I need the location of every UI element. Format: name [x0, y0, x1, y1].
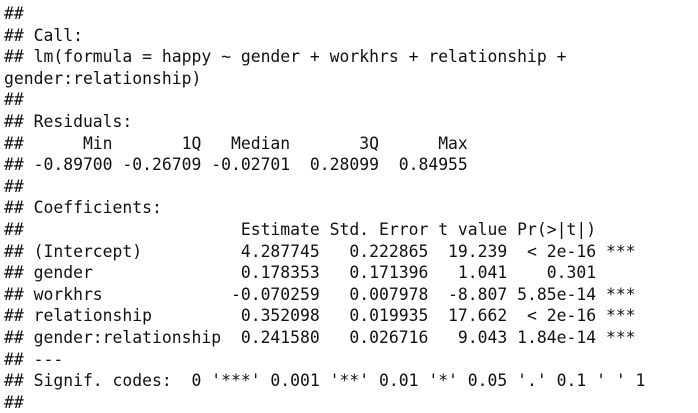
- significance-codes-line: ## Signif. codes: 0 '***' 0.001 '**' 0.0…: [4, 371, 646, 391]
- lm-formula-continuation: gender:relationship): [4, 68, 202, 88]
- coefficients-heading: ## Coefficients:: [4, 198, 162, 218]
- console-line-blank-comment: ##: [4, 4, 24, 23]
- residuals-heading: ## Residuals:: [4, 111, 133, 131]
- console-line-blank-comment: ##: [4, 90, 24, 110]
- coefficient-row-intercept: ## (Intercept) 4.287745 0.222865 19.239 …: [4, 241, 636, 261]
- r-console-output: ## ## Call: ## lm(formula = happy ~ gend…: [0, 0, 698, 412]
- lm-formula-line: ## lm(formula = happy ~ gender + workhrs…: [4, 47, 567, 67]
- coefficients-header-row: ## Estimate Std. Error t value Pr(>|t|): [4, 219, 597, 239]
- coefficient-row-workhrs: ## workhrs -0.070259 0.007978 -8.807 5.8…: [4, 284, 636, 304]
- coefficient-row-gender: ## gender 0.178353 0.171396 1.041 0.301: [4, 263, 597, 283]
- console-line-blank-comment: ##: [4, 176, 24, 196]
- coefficient-row-relationship: ## relationship 0.352098 0.019935 17.662…: [4, 306, 636, 326]
- separator-line: ## ---: [4, 349, 64, 369]
- residuals-header-row: ## Min 1Q Median 3Q Max: [4, 133, 468, 153]
- residuals-values-row: ## -0.89700 -0.26709 -0.02701 0.28099 0.…: [4, 155, 468, 175]
- coefficient-row-gender-relationship: ## gender:relationship 0.241580 0.026716…: [4, 327, 636, 347]
- console-line-blank-comment: ##: [4, 392, 24, 412]
- call-heading: ## Call:: [4, 25, 83, 45]
